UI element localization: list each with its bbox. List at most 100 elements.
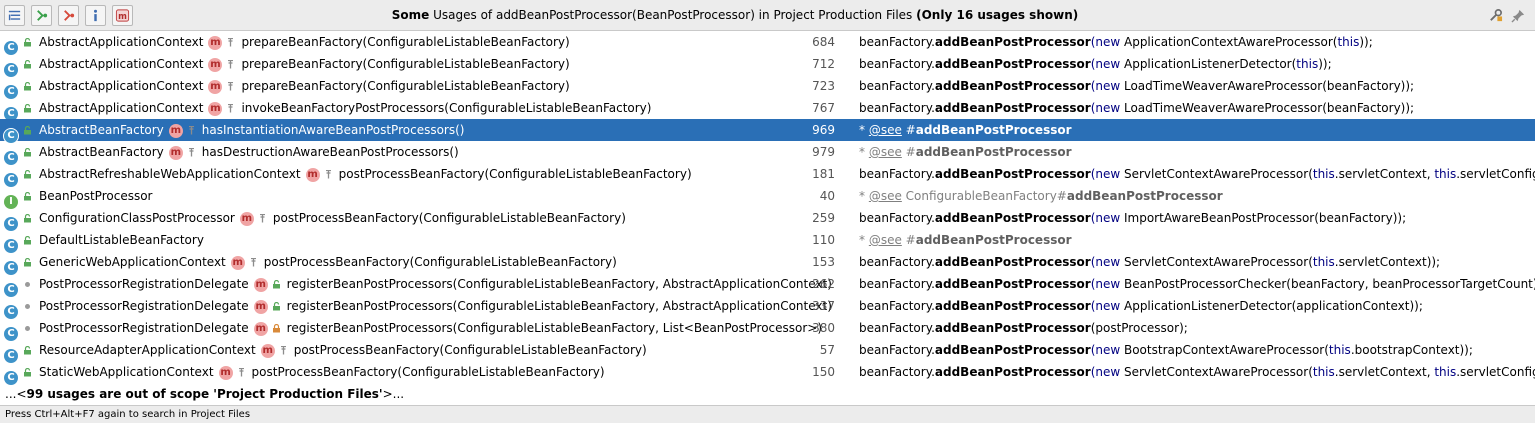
usage-row[interactable]: C AbstractRefreshableWebApplicationContex…: [0, 163, 1535, 187]
comment-prefix: *: [859, 145, 869, 159]
expand-all-button[interactable]: [4, 5, 25, 26]
class-name: GenericWebApplicationContext: [39, 255, 226, 269]
settings-button[interactable]: [1487, 7, 1503, 23]
code-preview: beanFactory.addBeanPostProcessor(new App…: [859, 295, 1423, 317]
code-arguments: BootstrapContextAwareProcessor(: [1120, 343, 1329, 357]
title-middle: Usages of addBeanPostProcessor(BeanPostP…: [429, 8, 917, 22]
code-receiver: beanFactory.: [859, 211, 935, 225]
usage-location: AbstractRefreshableWebApplicationContext…: [39, 163, 692, 185]
info-icon: [94, 9, 97, 22]
class-icon: C: [4, 167, 18, 187]
code-preview: * @see ConfigurableBeanFactory#addBeanPo…: [859, 185, 1223, 207]
code-receiver: beanFactory.: [859, 299, 935, 313]
usage-row[interactable]: C StaticWebApplicationContext m postProcess…: [0, 361, 1535, 385]
usage-location: AbstractApplicationContext m prepareBeanFa…: [39, 75, 570, 97]
usage-location: ConfigurationClassPostProcessor m postProc…: [39, 207, 626, 229]
usage-row[interactable]: C AbstractApplicationContext m invokeBeanFa…: [0, 97, 1535, 121]
code-arguments: ApplicationContextAwareProcessor(: [1120, 35, 1338, 49]
comment-reference: ConfigurableBeanFactory#: [901, 189, 1067, 203]
keyword-new: (new: [1090, 57, 1121, 71]
next-occurrence-icon: [37, 10, 48, 21]
previous-occurrence-button[interactable]: [58, 5, 79, 26]
usage-row[interactable]: C ConfigurationClassPostProcessor m postPro…: [0, 207, 1535, 231]
package-private-icon: [25, 326, 30, 331]
class-icon: C: [4, 211, 18, 231]
code-arguments: ServletContextAwareProcessor(: [1120, 365, 1313, 379]
line-number: 110: [812, 233, 835, 247]
usage-row[interactable]: C PostProcessorRegistrationDelegate m regis…: [0, 317, 1535, 341]
usage-location: AbstractBeanFactory m hasDestructionAwareB…: [39, 141, 459, 163]
method-icon: m: [208, 57, 223, 72]
class-name: PostProcessorRegistrationDelegate: [39, 277, 249, 291]
class-name: AbstractApplicationContext: [39, 35, 204, 49]
usage-location: DefaultListableBeanFactory: [39, 229, 204, 251]
method-signature: invokeBeanFactoryPostProcessors(Configur…: [241, 101, 652, 115]
code-receiver: beanFactory.: [859, 35, 935, 49]
class-icon: C: [4, 123, 18, 143]
comment-reference: #: [901, 233, 916, 247]
code-preview: beanFactory.addBeanPostProcessor(new Boo…: [859, 339, 1473, 361]
info-button[interactable]: [85, 5, 106, 26]
usage-row[interactable]: C PostProcessorRegistrationDelegate m regis…: [0, 273, 1535, 297]
keyword-this: this: [1312, 365, 1335, 379]
usage-row[interactable]: C AbstractBeanFactory m hasDestructionAware…: [0, 141, 1535, 165]
match-highlight: addBeanPostProcessor: [934, 255, 1091, 269]
usage-row[interactable]: C PostProcessorRegistrationDelegate m regis…: [0, 295, 1535, 319]
match-highlight: addBeanPostProcessor: [915, 145, 1072, 159]
code-receiver: beanFactory.: [859, 255, 935, 269]
line-number: 181: [812, 167, 835, 181]
line-number: 150: [812, 365, 835, 379]
class-name: DefaultListableBeanFactory: [39, 233, 204, 247]
usage-row[interactable]: C AbstractApplicationContext m prepareBeanF…: [0, 75, 1535, 99]
usage-row[interactable]: C ResourceAdapterApplicationContext m postP…: [0, 339, 1535, 363]
code-receiver: beanFactory.: [859, 167, 935, 181]
code-receiver: beanFactory.: [859, 365, 935, 379]
class-name: AbstractRefreshableWebApplicationContext: [39, 167, 301, 181]
class-icon: C: [4, 255, 18, 275]
public-visibility-icon: [24, 82, 31, 91]
code-preview: beanFactory.addBeanPostProcessor(new Imp…: [859, 207, 1406, 229]
method-signature: postProcessBeanFactory(ConfigurableLista…: [338, 167, 692, 181]
line-number: 57: [819, 343, 835, 357]
out-of-scope-notice[interactable]: ...<99 usages are out of scope 'Project …: [5, 383, 404, 405]
match-highlight: addBeanPostProcessor: [934, 343, 1091, 357]
settings-icon: [1489, 8, 1502, 21]
usage-row[interactable]: C GenericWebApplicationContext m postProces…: [0, 251, 1535, 275]
class-icon: C: [4, 101, 18, 121]
code-preview: * @see #addBeanPostProcessor: [859, 119, 1072, 141]
code-arguments: ImportAwareBeanPostProcessor(beanFactory…: [1120, 211, 1407, 225]
usage-location: PostProcessorRegistrationDelegate m regist…: [39, 273, 832, 295]
keyword-this: this: [1434, 167, 1457, 181]
next-occurrence-button[interactable]: [31, 5, 52, 26]
usage-row[interactable]: C DefaultListableBeanFactory 110 * @see #ad…: [0, 229, 1535, 253]
line-number: 712: [812, 57, 835, 71]
method-signature: postProcessBeanFactory(ConfigurableLista…: [263, 255, 617, 269]
code-tail: .servletContext,: [1334, 365, 1435, 379]
keyword-this: this: [1296, 57, 1319, 71]
line-number: 684: [812, 35, 835, 49]
method-signature: postProcessBeanFactory(ConfigurableLista…: [293, 343, 647, 357]
keyword-new: (new: [1090, 167, 1121, 181]
usage-row[interactable]: C AbstractBeanFactory m hasInstantiationAwa…: [0, 119, 1535, 143]
comment-prefix: *: [859, 189, 869, 203]
class-icon: C: [4, 343, 18, 363]
class-name: PostProcessorRegistrationDelegate: [39, 321, 249, 335]
usage-location: AbstractApplicationContext m invokeBeanFac…: [39, 97, 651, 119]
protected-visibility-icon: [228, 60, 234, 69]
method-icon: m: [253, 321, 268, 336]
usage-row[interactable]: C AbstractApplicationContext m prepareBeanF…: [0, 31, 1535, 55]
usage-row[interactable]: C AbstractApplicationContext m prepareBeanF…: [0, 53, 1535, 77]
class-icon: C: [4, 79, 18, 99]
pin-button[interactable]: [1510, 7, 1526, 23]
code-preview: beanFactory.addBeanPostProcessor(new Ser…: [859, 361, 1535, 383]
line-number: 262: [812, 277, 835, 291]
protected-visibility-icon: [188, 148, 194, 157]
keyword-this: this: [1337, 35, 1360, 49]
keyword-new: (new: [1090, 343, 1121, 357]
usage-row[interactable]: I BeanPostProcessor 40 * @see ConfigurableB…: [0, 185, 1535, 209]
javadoc-comment: * @see #addBeanPostProcessor: [859, 233, 1072, 247]
method-icon: m: [218, 365, 233, 380]
match-highlight: addBeanPostProcessor: [934, 79, 1091, 93]
public-visibility-icon: [24, 368, 31, 377]
method-filter-button[interactable]: m: [112, 5, 133, 26]
